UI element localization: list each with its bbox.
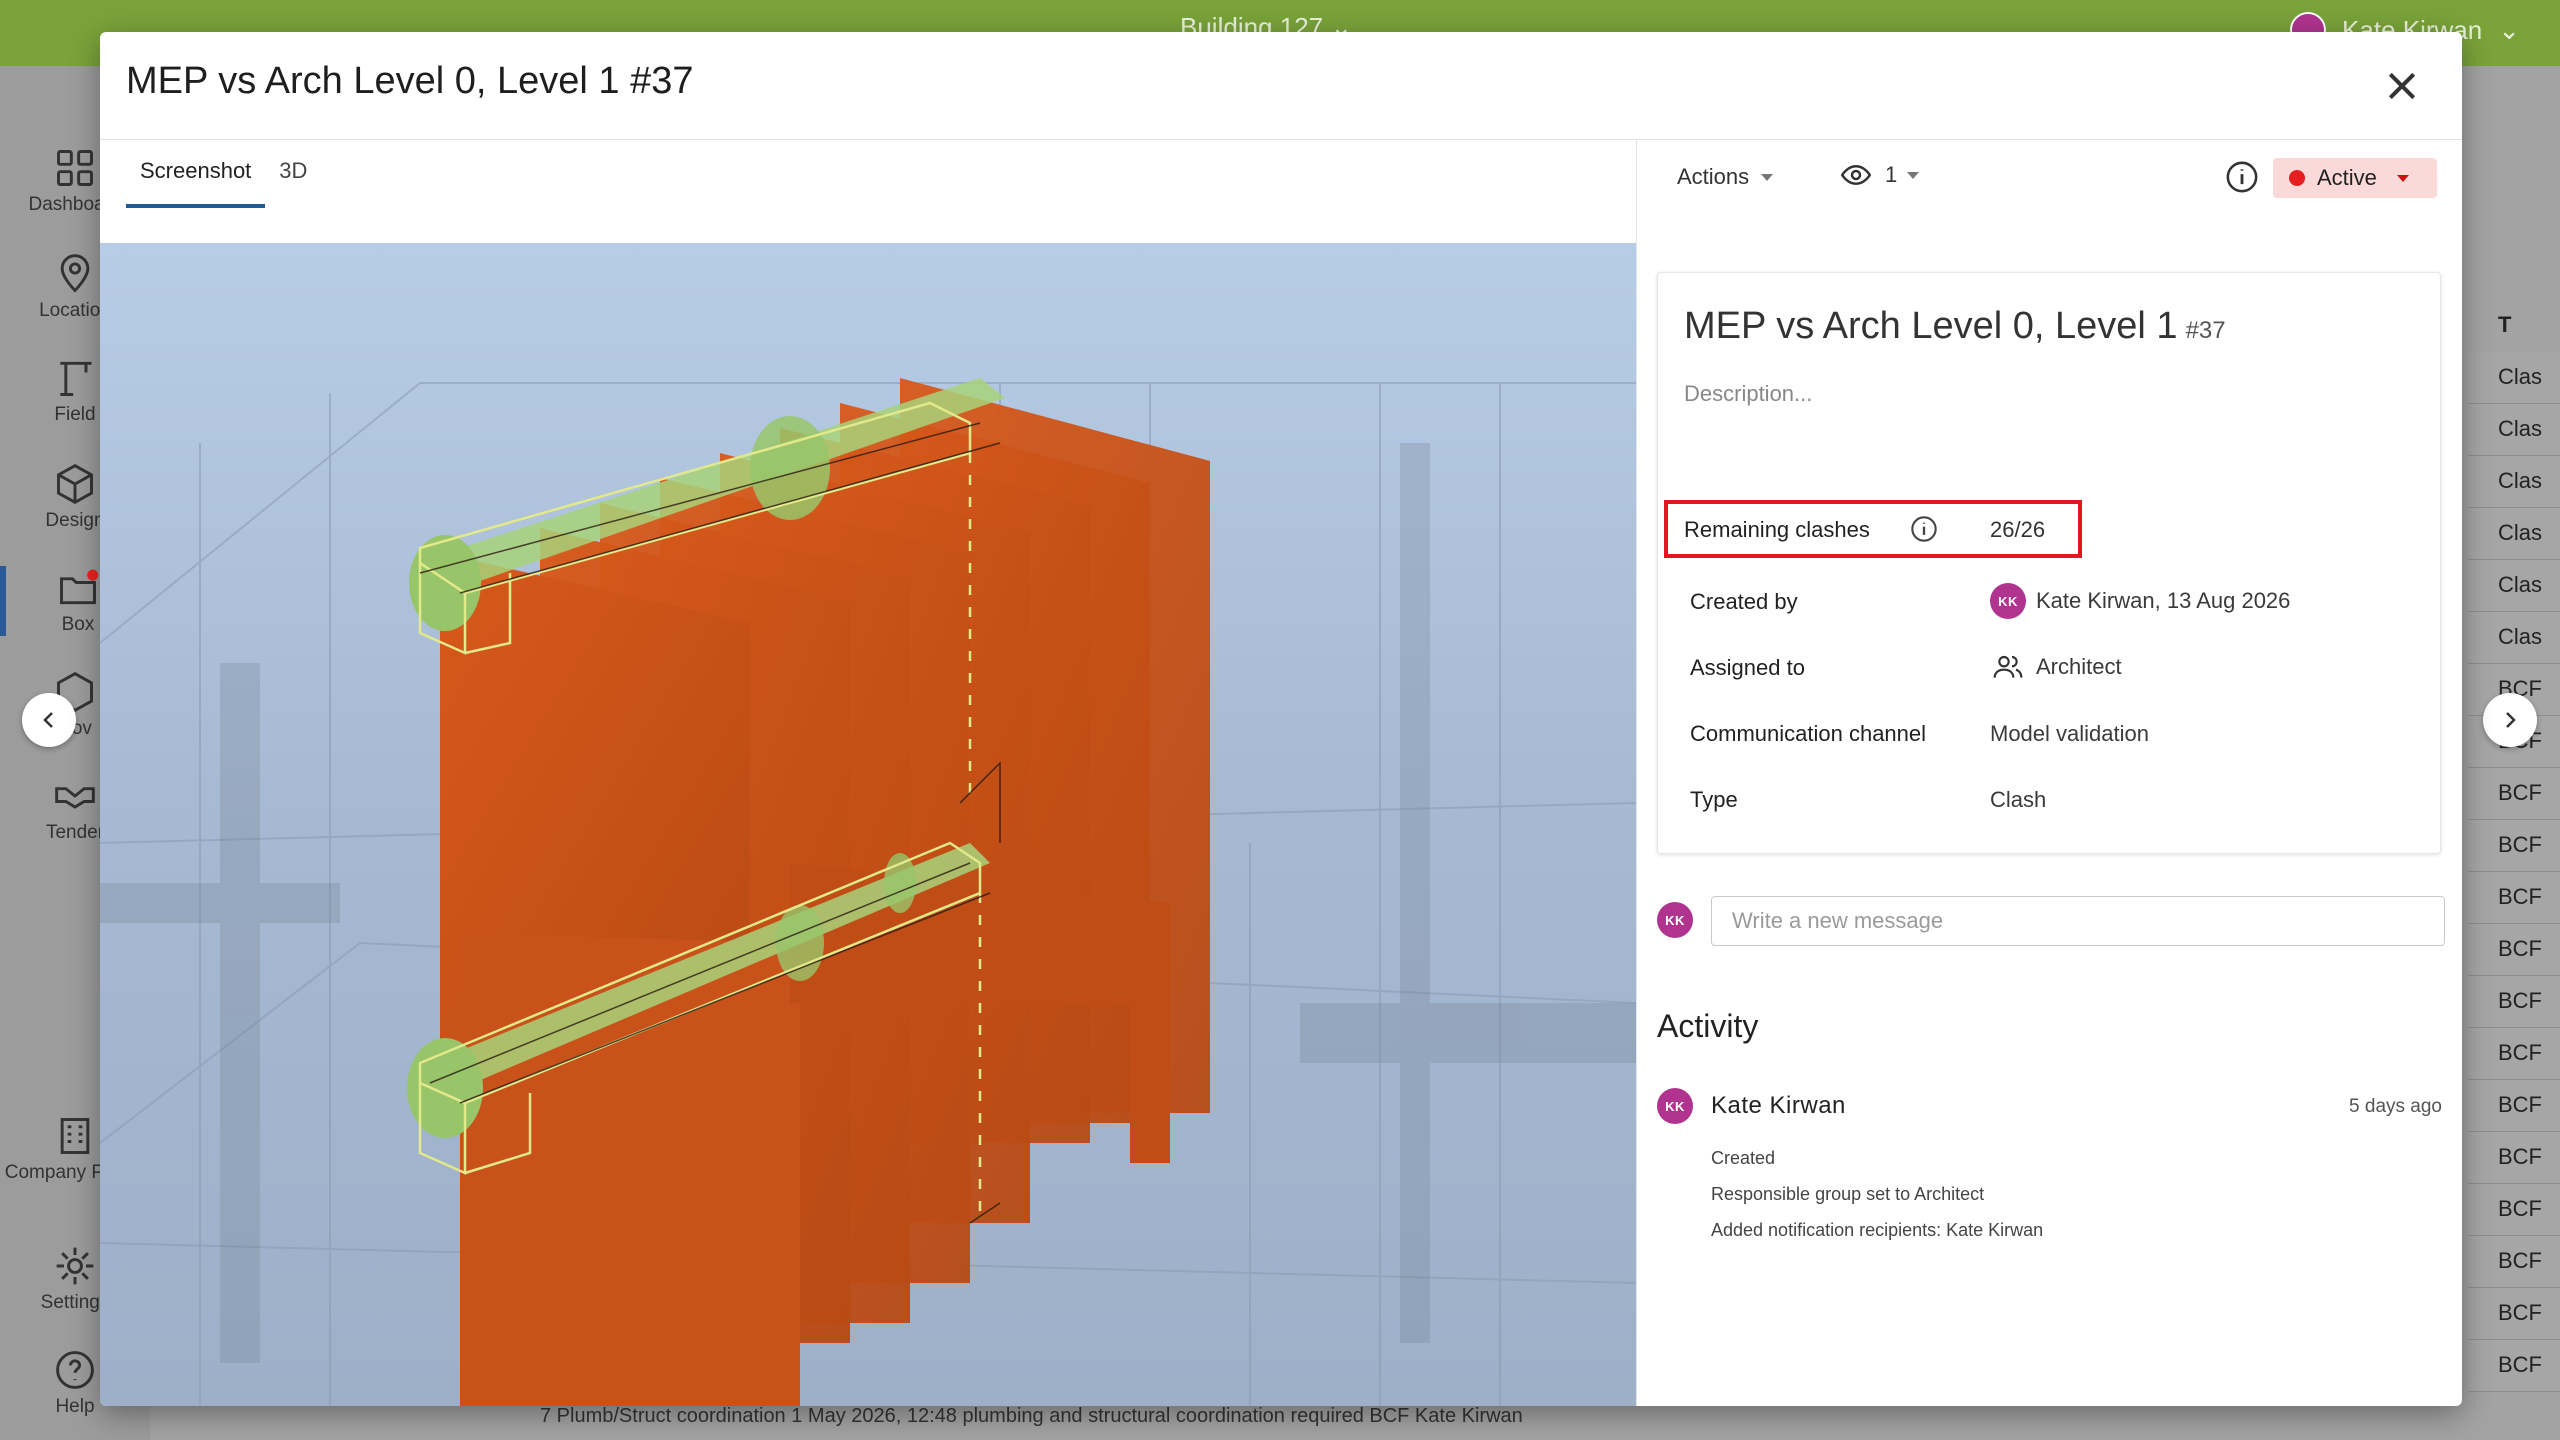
table-cell: Clas — [2468, 612, 2560, 664]
background-table-row: 7 Plumb/Struct coordination 1 May 2026, … — [540, 1405, 1523, 1427]
caret-down-icon — [1761, 173, 1774, 181]
building-icon — [60, 1118, 90, 1154]
remaining-clashes-value: 26/26 — [1990, 517, 2046, 542]
group-icon — [1993, 655, 2023, 678]
crane-icon — [60, 361, 92, 396]
status-dropdown[interactable]: Active — [2273, 158, 2437, 198]
table-cell: BCF — [2468, 1340, 2560, 1392]
issue-number: #37 — [2185, 317, 2226, 344]
details-pane: Actions 1 Active MEP vs Arch Level 0, Le… — [1636, 140, 2462, 1406]
type-value[interactable]: Clash — [1990, 787, 2046, 813]
viewer-tabs: Screenshot 3D — [126, 140, 321, 210]
table-cell: BCF — [2468, 976, 2560, 1028]
clash-3d-render — [100, 243, 1636, 1406]
activity-timestamp: 5 days ago — [2349, 1096, 2442, 1117]
remaining-clashes-label: Remaining clashes — [1684, 517, 1870, 542]
table-cell: Clas — [2468, 508, 2560, 560]
table-cell: BCF — [2468, 1236, 2560, 1288]
current-user-avatar: KK — [1657, 902, 1693, 938]
table-cell: Clas — [2468, 352, 2560, 404]
gear-icon — [56, 1247, 94, 1285]
table-cell: BCF — [2468, 820, 2560, 872]
table-cell: BCF — [2468, 1080, 2560, 1132]
chevron-right-icon — [2506, 712, 2516, 728]
info-icon[interactable] — [2225, 160, 2259, 194]
assigned-to-label: Assigned to — [1690, 655, 1805, 680]
table-cell: BCF — [2468, 1184, 2560, 1236]
help-icon — [56, 1351, 94, 1389]
details-toolbar: Actions 1 Active — [1637, 140, 2462, 210]
table-cell: Clas — [2468, 560, 2560, 612]
viewer-pane: Screenshot 3D — [100, 140, 1636, 1406]
info-icon[interactable] — [1910, 515, 1938, 543]
close-icon[interactable] — [2382, 66, 2422, 106]
watchers-dropdown[interactable]: 1 — [1837, 160, 1920, 190]
avatar: KK — [1990, 583, 2026, 619]
watchers-count: 1 — [1885, 162, 1898, 187]
location-pin-icon — [60, 254, 90, 293]
table-cell: BCF — [2468, 1028, 2560, 1080]
communication-channel-label: Communication channel — [1690, 721, 1927, 746]
dashboard-icon — [57, 150, 93, 186]
caret-down-icon — [2396, 174, 2409, 182]
handshake-icon — [55, 787, 95, 809]
status-label: Active — [2317, 165, 2377, 190]
table-cell: BCF — [2468, 1132, 2560, 1184]
previous-arrow-button[interactable] — [22, 693, 76, 747]
table-header: T — [2468, 300, 2560, 352]
table-cell: Clas — [2468, 404, 2560, 456]
next-arrow-button[interactable] — [2483, 693, 2537, 747]
actions-dropdown[interactable]: Actions — [1677, 164, 1774, 190]
caret-down-icon — [1907, 171, 1920, 179]
activity-avatar: KK — [1657, 1088, 1693, 1124]
table-cell: BCF — [2468, 768, 2560, 820]
issue-modal: MEP vs Arch Level 0, Level 1 #37 Screens… — [100, 32, 2462, 1406]
modal-header: MEP vs Arch Level 0, Level 1 #37 — [100, 32, 2462, 140]
table-cell: BCF — [2468, 1288, 2560, 1340]
created-by-value: KK Kate Kirwan, 13 Aug 2026 — [1990, 583, 2290, 619]
description-field[interactable]: Description... — [1684, 381, 1812, 407]
communication-channel-value[interactable]: Model validation — [1990, 721, 2149, 747]
modal-title: MEP vs Arch Level 0, Level 1 #37 — [126, 60, 694, 102]
table-cell: BCF — [2468, 924, 2560, 976]
eye-icon — [1840, 164, 1872, 186]
status-dot — [2289, 170, 2305, 186]
activity-title: Activity — [1657, 1008, 1759, 1044]
tab-screenshot[interactable]: Screenshot — [126, 140, 266, 208]
table-cell: BCF — [2468, 872, 2560, 924]
folder-icon — [60, 569, 99, 605]
chevron-left-icon — [43, 712, 53, 728]
table-cell: Clas — [2468, 456, 2560, 508]
issue-title[interactable]: MEP vs Arch Level 0, Level 1 #37 — [1684, 305, 2226, 348]
activity-author: Kate Kirwan — [1711, 1092, 1846, 1119]
issue-card: MEP vs Arch Level 0, Level 1 #37 Descript… — [1657, 272, 2441, 854]
cube-icon — [57, 463, 93, 505]
created-by-label: Created by — [1690, 589, 1798, 614]
clash-screenshot[interactable] — [100, 243, 1636, 1406]
activity-line: Responsible group set to Architect — [1711, 1184, 1985, 1204]
type-label: Type — [1690, 787, 1738, 812]
new-message-input[interactable] — [1711, 896, 2445, 946]
assigned-to-value[interactable]: Architect — [1990, 651, 2122, 683]
background-table-column: T Clas Clas Clas Clas Clas Clas BCF BCF BCF BCF BC… — [2468, 300, 2560, 1392]
activity-line: Created — [1711, 1148, 1776, 1168]
activity-line: Added notification recipients: Kate Kirw… — [1711, 1220, 2044, 1240]
tab-3d[interactable]: 3D — [265, 140, 321, 208]
